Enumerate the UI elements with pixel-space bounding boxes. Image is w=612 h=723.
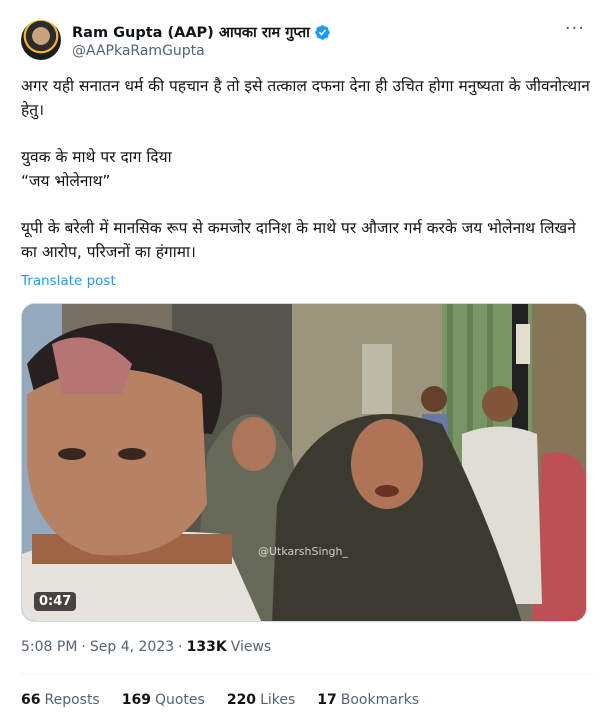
quotes-label: Quotes: [154, 692, 205, 708]
tweet-line: युवक के माथे पर दाग दिया: [21, 148, 172, 166]
video-watermark: @UtkarshSingh_: [258, 545, 348, 558]
likes-label: Likes: [260, 692, 296, 708]
translate-post-link[interactable]: Translate post: [21, 273, 116, 289]
bookmarks-count: 17: [317, 692, 337, 708]
tweet-time[interactable]: 5:08 PM: [21, 639, 77, 655]
views-label[interactable]: Views: [231, 639, 272, 655]
meta-separator: ·: [81, 639, 86, 655]
verified-badge-icon: [315, 24, 330, 40]
tweet-line: यूपी के बरेली में मानसिक रूप से कमजोर दा…: [21, 219, 576, 261]
reposts-stat[interactable]: 66 Reposts: [21, 692, 100, 708]
meta-separator: ·: [178, 639, 183, 655]
author-display-name[interactable]: Ram Gupta (AAP) आपका राम गुप्ता: [72, 22, 310, 42]
video-duration: 0:47: [34, 592, 77, 611]
video-thumbnail: [22, 304, 586, 621]
reposts-count: 66: [21, 692, 41, 708]
reposts-label: Reposts: [44, 692, 100, 708]
likes-stat[interactable]: 220 Likes: [227, 692, 295, 708]
tweet-line: “जय भोलेनाथ”: [21, 172, 111, 190]
tweet-date[interactable]: Sep 4, 2023: [90, 639, 174, 655]
profile-avatar[interactable]: [21, 20, 61, 60]
bookmarks-stat[interactable]: 17 Bookmarks: [317, 692, 419, 708]
author-name-row[interactable]: Ram Gupta (AAP) आपका राम गुप्ता: [72, 22, 331, 42]
quotes-count: 169: [121, 692, 151, 708]
video-player[interactable]: @UtkarshSingh_ 0:47: [21, 303, 587, 622]
tweet-text: अगर यही सनातन धर्म की पहचान है तो इसे तत…: [21, 74, 591, 264]
views-count[interactable]: 133K: [187, 639, 227, 655]
likes-count: 220: [226, 692, 257, 708]
tweet-meta: 5:08 PM · Sep 4, 2023 · 133K Views: [21, 639, 271, 655]
more-horizontal-icon[interactable]: ···: [565, 20, 585, 38]
divider: [21, 673, 593, 674]
engagement-stats: 66 Reposts 169 Quotes 220 Likes 17 Bookm…: [21, 692, 441, 708]
author-handle[interactable]: @AAPkaRamGupta: [72, 43, 205, 59]
tweet-line: अगर यही सनातन धर्म की पहचान है तो इसे तत…: [21, 77, 590, 119]
tweet-header: Ram Gupta (AAP) आपका राम गुप्ता @AAPkaRa…: [21, 18, 593, 62]
quotes-stat[interactable]: 169 Quotes: [122, 692, 205, 708]
bookmarks-label: Bookmarks: [340, 692, 419, 708]
